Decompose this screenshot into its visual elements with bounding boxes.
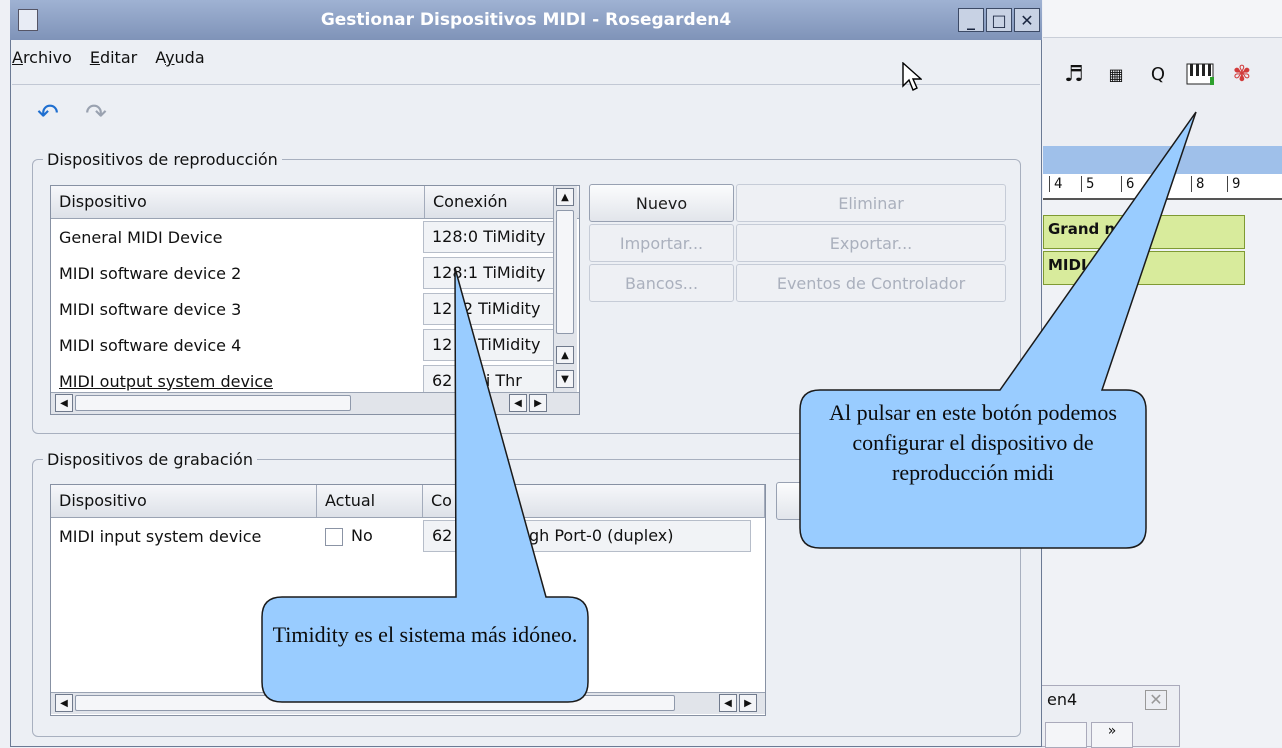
callouts-layer	[261, 111, 1197, 703]
callout-right-text: Al pulsar en este botón podemos configur…	[829, 400, 1117, 485]
callout-left-text: Timidity es el sistema más idóneo.	[272, 622, 578, 647]
